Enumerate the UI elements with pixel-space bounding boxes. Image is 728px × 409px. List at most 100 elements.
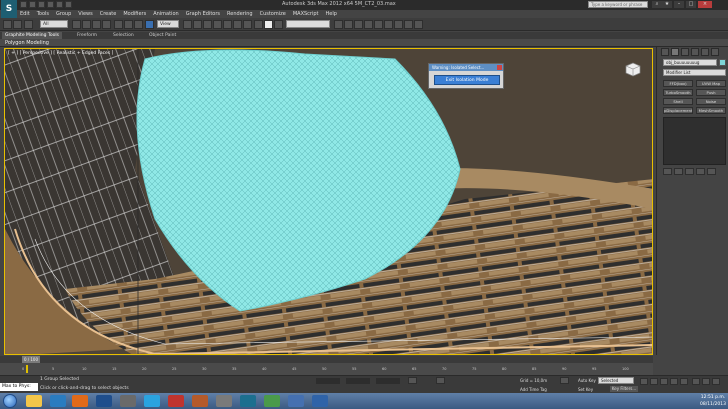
modifier-meshsmooth-button[interactable]: MeshSmooth bbox=[696, 107, 726, 114]
next-frame-icon[interactable] bbox=[670, 378, 678, 385]
modifier-noise-button[interactable]: Noise bbox=[696, 98, 726, 105]
menu-tools[interactable]: Tools bbox=[37, 10, 49, 18]
menu-edit[interactable]: Edit bbox=[20, 10, 30, 18]
maximize-button[interactable]: □ bbox=[686, 1, 696, 8]
motion-tab-icon[interactable] bbox=[691, 48, 699, 56]
named-selection-set-dropdown[interactable] bbox=[286, 20, 330, 28]
modifier-push-button[interactable]: Push bbox=[696, 89, 726, 96]
manipulate-icon[interactable] bbox=[193, 20, 202, 29]
key-filters-button[interactable]: Key Filters... bbox=[610, 386, 638, 392]
winrar-icon[interactable] bbox=[192, 395, 208, 407]
project-folder-icon[interactable] bbox=[65, 1, 72, 8]
modifier-pdisplacement-button[interactable]: pDisplacement bbox=[663, 107, 693, 114]
rendered-frame-window-icon[interactable] bbox=[404, 20, 413, 29]
start-button[interactable] bbox=[3, 394, 17, 408]
render-setup-icon[interactable] bbox=[394, 20, 403, 29]
utilities-tab-icon[interactable] bbox=[711, 48, 719, 56]
material-editor-icon[interactable] bbox=[384, 20, 393, 29]
lock-selection-icon[interactable] bbox=[408, 377, 417, 384]
create-tab-icon[interactable] bbox=[661, 48, 669, 56]
file-explorer-icon[interactable] bbox=[26, 395, 42, 407]
undo-icon[interactable] bbox=[47, 1, 54, 8]
select-and-manipulate-icon[interactable] bbox=[145, 20, 154, 29]
3ds-max-taskbar-icon[interactable] bbox=[240, 395, 256, 407]
pin-stack-icon[interactable] bbox=[663, 168, 672, 175]
perspective-viewport[interactable]: [ + ] [ Perspective ] [ Realistic + Edge… bbox=[4, 48, 653, 355]
make-unique-icon[interactable] bbox=[685, 168, 694, 175]
tab-selection[interactable]: Selection bbox=[110, 32, 137, 39]
curve-editor-icon[interactable] bbox=[364, 20, 373, 29]
folder-icon[interactable] bbox=[288, 395, 304, 407]
firefox-icon[interactable] bbox=[72, 395, 88, 407]
modify-tab-icon[interactable] bbox=[671, 48, 679, 56]
ribbon-panel-label[interactable]: Polygon Modeling bbox=[5, 39, 49, 47]
modifier-ffd-box-button[interactable]: FFD(box) bbox=[663, 80, 693, 87]
render-production-icon[interactable] bbox=[414, 20, 423, 29]
set-key-button[interactable]: Set Key bbox=[578, 387, 593, 392]
menu-views[interactable]: Views bbox=[78, 10, 92, 18]
object-color-swatch[interactable] bbox=[719, 59, 726, 66]
photoshop-icon[interactable] bbox=[96, 395, 112, 407]
orbit-icon[interactable] bbox=[712, 378, 720, 385]
render-frame-icon[interactable] bbox=[264, 20, 273, 29]
play-icon[interactable] bbox=[660, 378, 668, 385]
close-button[interactable]: × bbox=[698, 1, 712, 8]
tab-graphite-modeling-tools[interactable]: Graphite Modeling Tools bbox=[2, 32, 63, 39]
zoom-icon[interactable] bbox=[692, 378, 700, 385]
viewport-label[interactable]: [ + ] [ Perspective ] [ Realistic + Edge… bbox=[8, 51, 113, 56]
graphite-toggle-icon[interactable] bbox=[354, 20, 363, 29]
modifier-list-dropdown[interactable]: Modifier List bbox=[663, 69, 726, 76]
align-icon[interactable] bbox=[334, 20, 343, 29]
search-icon[interactable]: ⌕ bbox=[652, 1, 662, 8]
selection-filter-dropdown[interactable]: All bbox=[40, 20, 68, 28]
menu-customize[interactable]: Customize bbox=[260, 10, 286, 18]
internet-explorer-icon[interactable] bbox=[50, 395, 66, 407]
set-key-icon[interactable] bbox=[560, 377, 569, 384]
exit-isolation-mode-button[interactable]: Exit Isolation Mode bbox=[434, 75, 500, 85]
menu-modifiers[interactable]: Modifiers bbox=[123, 10, 146, 18]
spinner-snap-icon[interactable] bbox=[243, 20, 252, 29]
trackbar[interactable]: 0 5 10 15 20 25 30 35 40 45 50 55 60 65 … bbox=[0, 363, 653, 375]
media-player-icon[interactable] bbox=[120, 395, 136, 407]
mirror-icon[interactable] bbox=[274, 20, 283, 29]
modifier-shell-button[interactable]: Shell bbox=[663, 98, 693, 105]
app-logo-icon[interactable]: S bbox=[1, 0, 17, 18]
snap-toggle-icon[interactable] bbox=[213, 20, 222, 29]
redo-icon[interactable] bbox=[56, 1, 63, 8]
viewcube-icon[interactable] bbox=[623, 61, 643, 77]
menu-graph-editors[interactable]: Graph Editors bbox=[186, 10, 220, 18]
search-input[interactable]: Type a keyword or phrase bbox=[588, 1, 648, 8]
object-name-field[interactable]: obj_buuuuuuuug bbox=[663, 59, 717, 66]
minimize-button[interactable]: – bbox=[674, 1, 684, 8]
coordinate-z-field[interactable] bbox=[376, 378, 400, 384]
menu-rendering[interactable]: Rendering bbox=[227, 10, 253, 18]
steam-icon[interactable] bbox=[264, 395, 280, 407]
favorites-icon[interactable]: ★ bbox=[662, 1, 672, 8]
absolute-mode-icon[interactable] bbox=[436, 377, 445, 384]
skype-icon[interactable] bbox=[144, 395, 160, 407]
link-icon[interactable] bbox=[24, 20, 33, 29]
word-icon[interactable] bbox=[312, 395, 328, 407]
percent-snap-icon[interactable] bbox=[233, 20, 242, 29]
select-by-name-icon[interactable] bbox=[82, 20, 91, 29]
go-to-start-icon[interactable] bbox=[640, 378, 648, 385]
layer-manager-icon[interactable] bbox=[344, 20, 353, 29]
keyboard-shortcut-icon[interactable] bbox=[203, 20, 212, 29]
configure-modifier-sets-icon[interactable] bbox=[707, 168, 716, 175]
scale-icon[interactable] bbox=[134, 20, 143, 29]
rotate-icon[interactable] bbox=[124, 20, 133, 29]
menu-group[interactable]: Group bbox=[56, 10, 71, 18]
add-time-tag-button[interactable]: Add Time Tag bbox=[520, 387, 547, 392]
tab-freeform[interactable]: Freeform bbox=[74, 32, 100, 39]
angle-snap-icon[interactable] bbox=[223, 20, 232, 29]
acrobat-icon[interactable] bbox=[168, 395, 184, 407]
auto-key-button[interactable]: Auto Key bbox=[578, 378, 596, 383]
show-end-result-icon[interactable] bbox=[674, 168, 683, 175]
redo-toolbar-icon[interactable] bbox=[13, 20, 22, 29]
remove-modifier-icon[interactable] bbox=[696, 168, 705, 175]
open-file-icon[interactable] bbox=[29, 1, 36, 8]
move-icon[interactable] bbox=[114, 20, 123, 29]
hierarchy-tab-icon[interactable] bbox=[681, 48, 689, 56]
coordinate-x-field[interactable] bbox=[316, 378, 340, 384]
select-object-icon[interactable] bbox=[72, 20, 81, 29]
